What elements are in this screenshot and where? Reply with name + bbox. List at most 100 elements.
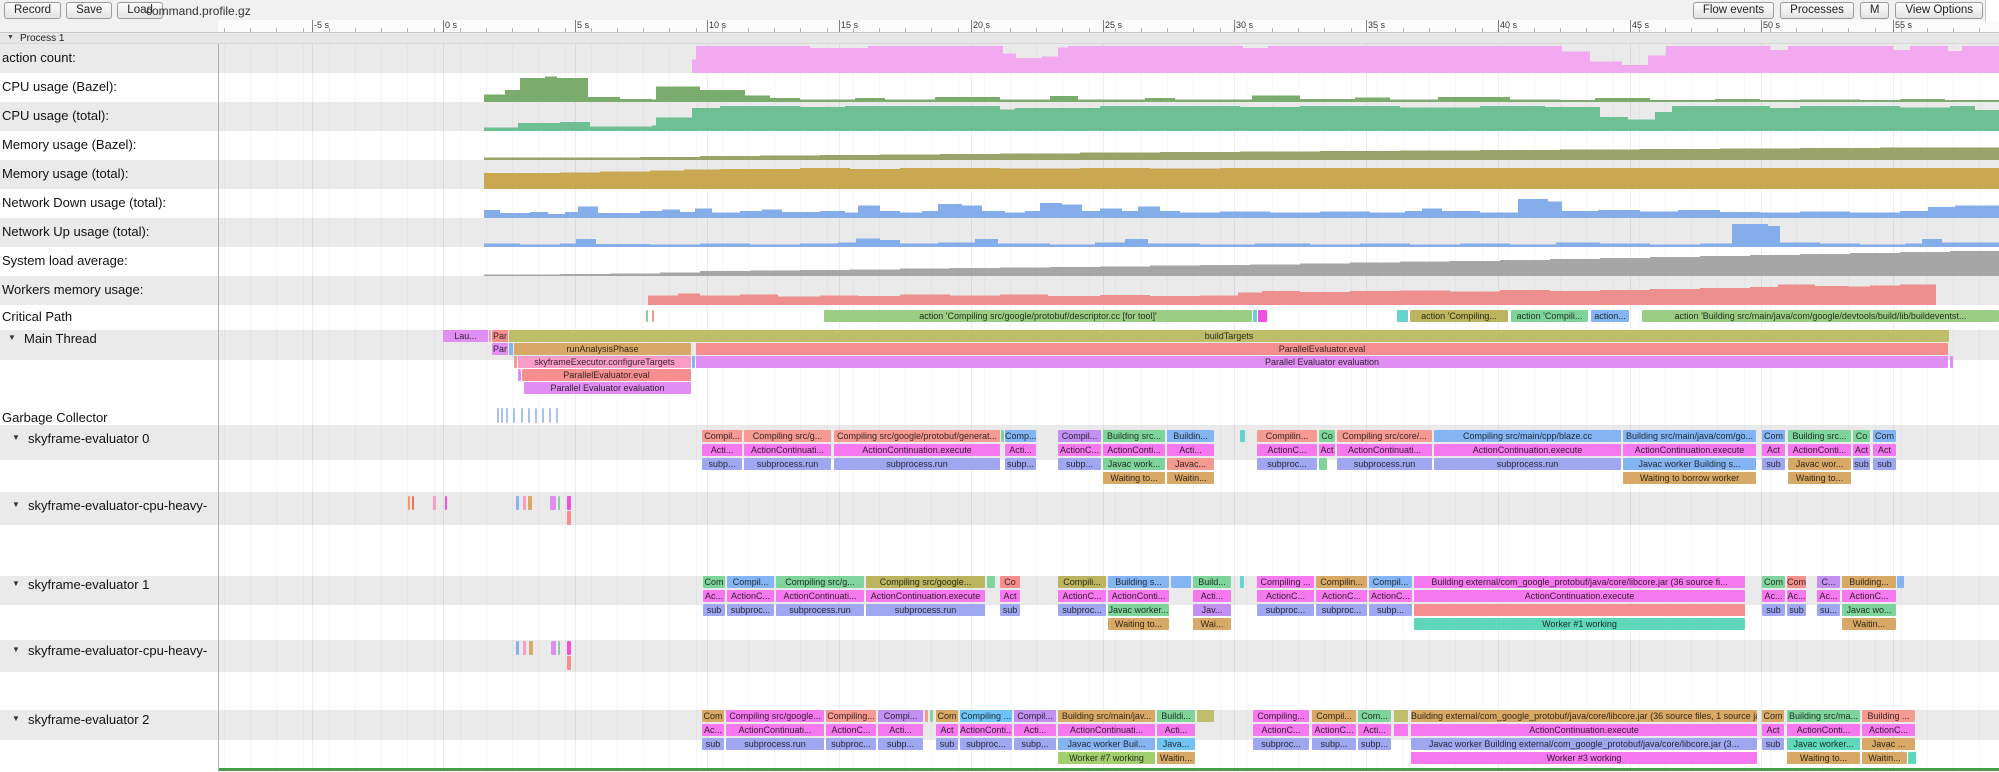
trace-event-bar[interactable] — [1908, 752, 1916, 764]
trace-event-bar[interactable]: ActionConti... — [1103, 444, 1165, 456]
trace-event-bar[interactable] — [516, 496, 519, 510]
trace-event-bar[interactable]: buildTargets — [509, 330, 1949, 342]
trace-event-bar[interactable]: sub — [936, 738, 958, 750]
trace-event-bar[interactable]: Waitin... — [1157, 752, 1195, 764]
trace-event-bar[interactable]: Acti... — [1358, 724, 1391, 736]
trace-event-bar[interactable]: ActionC... — [1058, 444, 1101, 456]
trace-event-bar[interactable]: Compi... — [878, 710, 923, 722]
trace-event-bar[interactable]: subproc... — [1257, 458, 1317, 470]
trace-event-bar[interactable]: Worker #7 working — [1058, 752, 1155, 764]
process-header[interactable]: ▼ Process 1 — [0, 32, 1999, 44]
trace-event-bar[interactable] — [1197, 710, 1214, 722]
trace-event-bar[interactable]: Compiling src/google/protobuf/generat... — [834, 430, 1000, 442]
trace-event-bar[interactable]: subp... — [702, 458, 742, 470]
trace-event-bar[interactable]: ActionC... — [826, 724, 876, 736]
trace-event-bar[interactable]: Act — [1762, 724, 1784, 736]
trace-event-bar[interactable] — [433, 496, 436, 510]
trace-event-bar[interactable]: Parallel Evaluator evaluation — [696, 356, 1948, 368]
trace-event-bar[interactable] — [567, 656, 571, 670]
trace-event-bar[interactable] — [652, 310, 654, 322]
trace-event-bar[interactable]: Act — [936, 724, 958, 736]
trace-event-bar[interactable]: subprocess.run — [726, 738, 824, 750]
trace-event-bar[interactable]: Compili... — [1058, 576, 1106, 588]
trace-event-bar[interactable]: sub — [703, 604, 725, 616]
trace-event-bar[interactable]: Building src/main/jav... — [1058, 710, 1155, 722]
trace-event-bar[interactable]: Compiling ... — [1257, 576, 1314, 588]
trace-event-bar[interactable]: Acti... — [1167, 444, 1214, 456]
track-label-skyframe-evaluator-cpu-heavy[interactable]: skyframe-evaluator-cpu-heavy- — [28, 498, 207, 513]
trace-event-bar[interactable]: action 'Compiling... — [1410, 310, 1508, 322]
trace-event-bar[interactable] — [925, 710, 928, 722]
trace-event-bar[interactable]: Building... — [1842, 576, 1896, 588]
trace-event-bar[interactable]: Javac worker Buil... — [1058, 738, 1155, 750]
trace-event-bar[interactable]: Javac worker... — [1787, 738, 1860, 750]
trace-event-bar[interactable] — [550, 496, 556, 510]
save-button[interactable]: Save — [66, 2, 112, 19]
trace-event-bar[interactable]: sub — [702, 738, 724, 750]
trace-event-bar[interactable] — [445, 496, 447, 510]
trace-event-bar[interactable]: ActionConti... — [1108, 590, 1169, 602]
expander-triangle-icon[interactable]: ▼ — [8, 333, 16, 342]
trace-event-bar[interactable]: Compiling src/g... — [744, 430, 831, 442]
trace-event-bar[interactable]: Acti... — [702, 444, 742, 456]
trace-event-bar[interactable]: ActionConti... — [960, 724, 1012, 736]
trace-event-bar[interactable] — [567, 511, 571, 525]
trace-event-bar[interactable]: Compilin... — [1316, 576, 1367, 588]
trace-event-bar[interactable] — [1001, 430, 1004, 442]
trace-event-bar[interactable]: Compil... — [1369, 576, 1412, 588]
trace-event-bar[interactable]: Com — [1873, 430, 1896, 442]
trace-event-bar[interactable]: Waitin... — [1842, 618, 1896, 630]
trace-event-bar[interactable]: Act — [1000, 590, 1020, 602]
trace-event-bar[interactable]: Compiling src/main/cpp/blaze.cc — [1434, 430, 1621, 442]
trace-event-bar[interactable]: Building src/ma... — [1787, 710, 1860, 722]
trace-event-bar[interactable] — [551, 641, 556, 655]
trace-event-bar[interactable] — [1319, 458, 1327, 470]
trace-event-bar[interactable]: Compiling src/google... — [866, 576, 985, 588]
trace-event-bar[interactable]: Com — [703, 576, 725, 588]
trace-event-bar[interactable] — [516, 641, 519, 655]
trace-event-bar[interactable] — [556, 408, 558, 423]
trace-event-bar[interactable]: Javac ... — [1862, 738, 1915, 750]
track-label-skyframe-evaluator-0[interactable]: skyframe-evaluator 0 — [28, 431, 149, 446]
trace-event-bar[interactable]: Building external/com_google_protobuf/ja… — [1414, 576, 1745, 588]
trace-event-bar[interactable]: ActionContinuation.execute — [1623, 444, 1756, 456]
trace-event-bar[interactable]: Acti... — [1005, 444, 1036, 456]
timeline-ruler[interactable]: -5 s0 s5 s10 s15 s20 s25 s30 s35 s40 s45… — [218, 20, 1999, 32]
trace-event-bar[interactable]: ParallelEvaluator.eval — [696, 343, 1948, 355]
trace-event-bar[interactable] — [412, 496, 414, 510]
trace-event-bar[interactable] — [1240, 576, 1244, 588]
trace-event-bar[interactable]: subprocess.run — [776, 604, 864, 616]
trace-event-bar[interactable]: Ac... — [702, 724, 724, 736]
trace-event-bar[interactable] — [535, 408, 537, 423]
trace-event-bar[interactable]: Com — [702, 710, 724, 722]
m-button[interactable]: M — [1860, 2, 1890, 19]
trace-event-bar[interactable]: subproc... — [960, 738, 1012, 750]
trace-event-bar[interactable]: sub — [1762, 604, 1785, 616]
trace-event-bar[interactable]: action 'Compili... — [1511, 310, 1588, 322]
trace-event-bar[interactable]: ActionContinuation.execute — [866, 590, 985, 602]
trace-event-bar[interactable]: Par — [492, 330, 508, 342]
cpu-usage-bazel-chart[interactable] — [218, 73, 1999, 102]
trace-event-bar[interactable]: ActionContinuati... — [1337, 444, 1432, 456]
track-label-skyframe-evaluator-2[interactable]: skyframe-evaluator 2 — [28, 712, 149, 727]
trace-event-bar[interactable] — [1397, 310, 1408, 322]
trace-event-bar[interactable] — [567, 496, 571, 510]
trace-event-bar[interactable]: Compiling src/core/... — [1337, 430, 1432, 442]
trace-event-bar[interactable]: sub — [1000, 604, 1020, 616]
trace-event-bar[interactable] — [1897, 576, 1904, 588]
system-load-average-chart[interactable] — [218, 247, 1999, 276]
trace-event-bar[interactable]: ActionContinuati... — [726, 724, 824, 736]
timeline-canvas[interactable]: action count:CPU usage (Bazel):CPU usage… — [0, 0, 1999, 772]
trace-event-bar[interactable]: sub — [1762, 458, 1785, 470]
trace-event-bar[interactable] — [987, 576, 995, 588]
trace-event-bar[interactable] — [514, 356, 517, 368]
processes-button[interactable]: Processes — [1780, 2, 1854, 19]
trace-event-bar[interactable]: skyframeExecutor.configureTargets — [518, 356, 691, 368]
trace-event-bar[interactable]: Com — [1762, 576, 1785, 588]
trace-event-bar[interactable]: Javac wo... — [1842, 604, 1896, 616]
trace-event-bar[interactable]: Acti... — [1157, 724, 1195, 736]
trace-event-bar[interactable]: ActionContinuati... — [744, 444, 831, 456]
trace-event-bar[interactable]: ActionContinuation.execute — [1414, 590, 1745, 602]
trace-event-bar[interactable] — [558, 496, 560, 510]
trace-event-bar[interactable]: action 'Compiling src/google/protobuf/de… — [824, 310, 1252, 322]
